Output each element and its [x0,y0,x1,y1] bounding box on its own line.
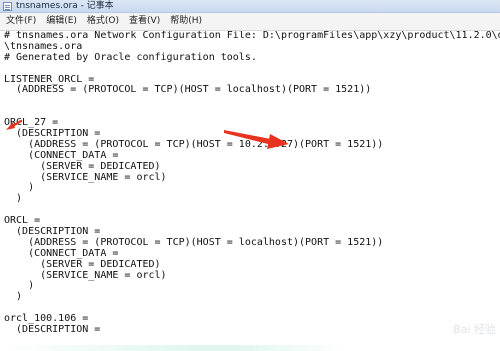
watermark-logo: Bai 经验 [453,323,496,336]
arrow-to-orcl27-icon [6,119,23,130]
bottom-decoration [0,345,500,351]
annotation-arrows [6,119,289,149]
arrow-to-host-icon [224,130,289,149]
